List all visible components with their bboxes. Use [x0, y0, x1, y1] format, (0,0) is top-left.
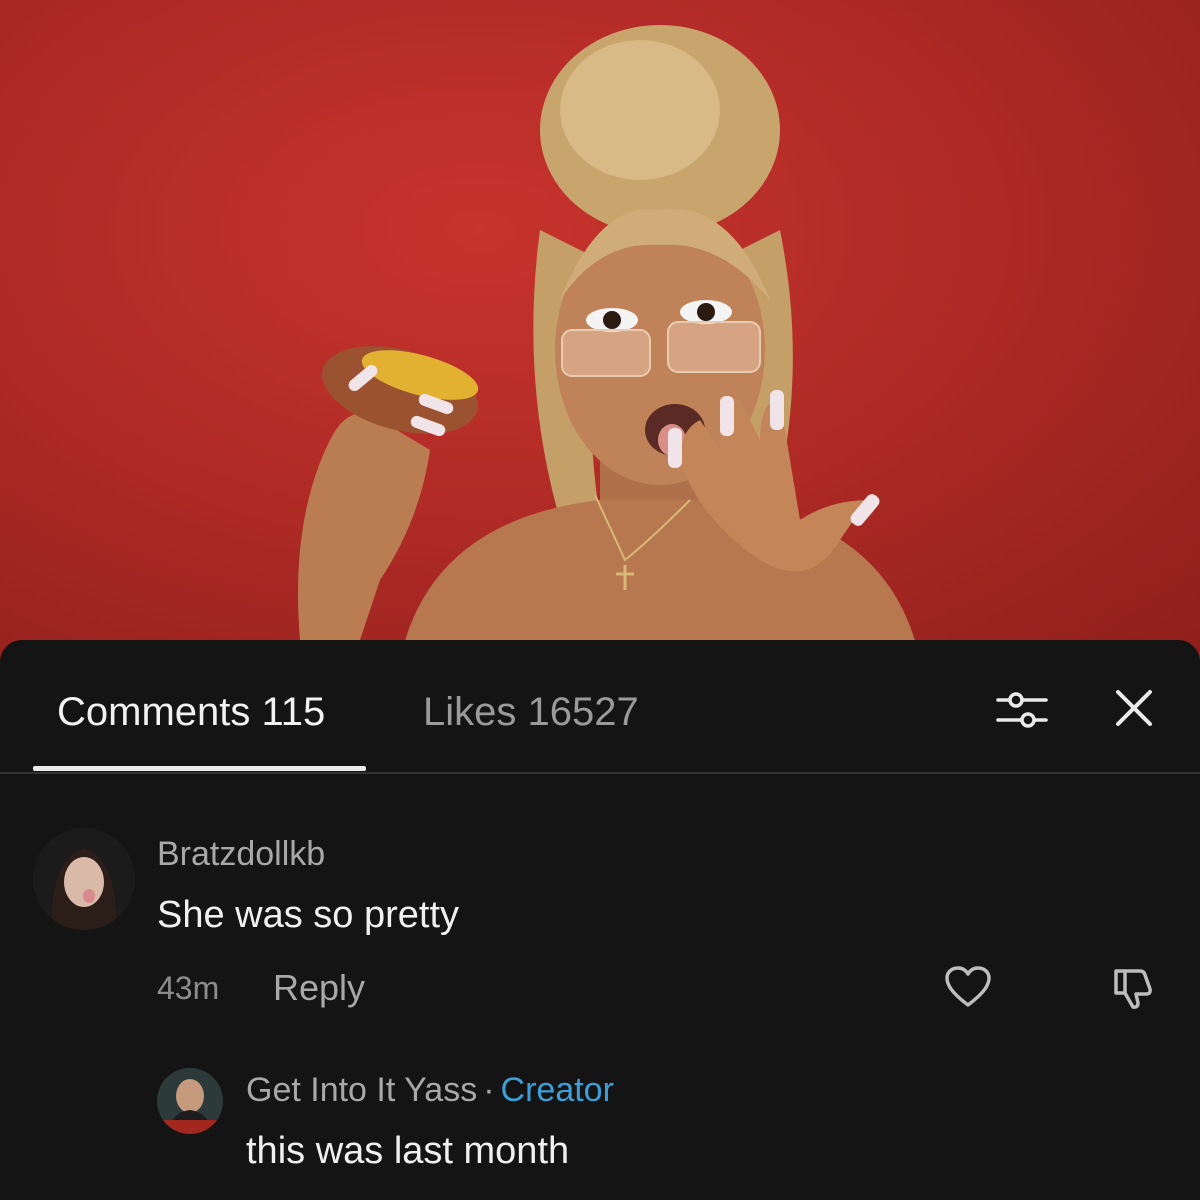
comment-text: She was so pretty [157, 894, 460, 936]
reply-header: Get Into It Yass · Creator [246, 1070, 614, 1114]
thumbs-down-icon [1114, 969, 1152, 1009]
user-avatar-image [33, 828, 135, 930]
active-tab-indicator [33, 766, 366, 771]
creator-avatar-image [157, 1068, 223, 1134]
tab-comments[interactable]: Comments 115 [57, 686, 325, 738]
avatar[interactable] [157, 1068, 223, 1134]
close-icon [1116, 690, 1152, 726]
tab-bar: Comments 115 Likes 16527 [0, 640, 1200, 774]
reply-username[interactable]: Get Into It Yass [246, 1071, 477, 1109]
tab-divider [0, 772, 1200, 774]
like-button[interactable] [944, 965, 992, 1009]
heart-icon [945, 966, 991, 1007]
creator-badge: Creator [500, 1071, 614, 1109]
reply-button[interactable]: Reply [273, 966, 365, 1010]
sliders-icon [996, 692, 1048, 728]
comments-sheet: Comments 115 Likes 16527 Bratzdollkb She… [0, 640, 1200, 1200]
avatar[interactable] [33, 828, 135, 930]
reply-text: this was last month [246, 1130, 570, 1172]
comment-timestamp: 43m [157, 970, 220, 1006]
close-button[interactable] [1112, 686, 1156, 730]
comment-username[interactable]: Bratzdollkb [157, 834, 325, 874]
separator-dot: · [483, 1071, 495, 1109]
tab-likes[interactable]: Likes 16527 [423, 686, 639, 738]
video-preview-image [0, 0, 1200, 660]
filter-button[interactable] [996, 688, 1048, 732]
dislike-button[interactable] [1110, 965, 1156, 1011]
person-photo-illustration [298, 25, 920, 660]
